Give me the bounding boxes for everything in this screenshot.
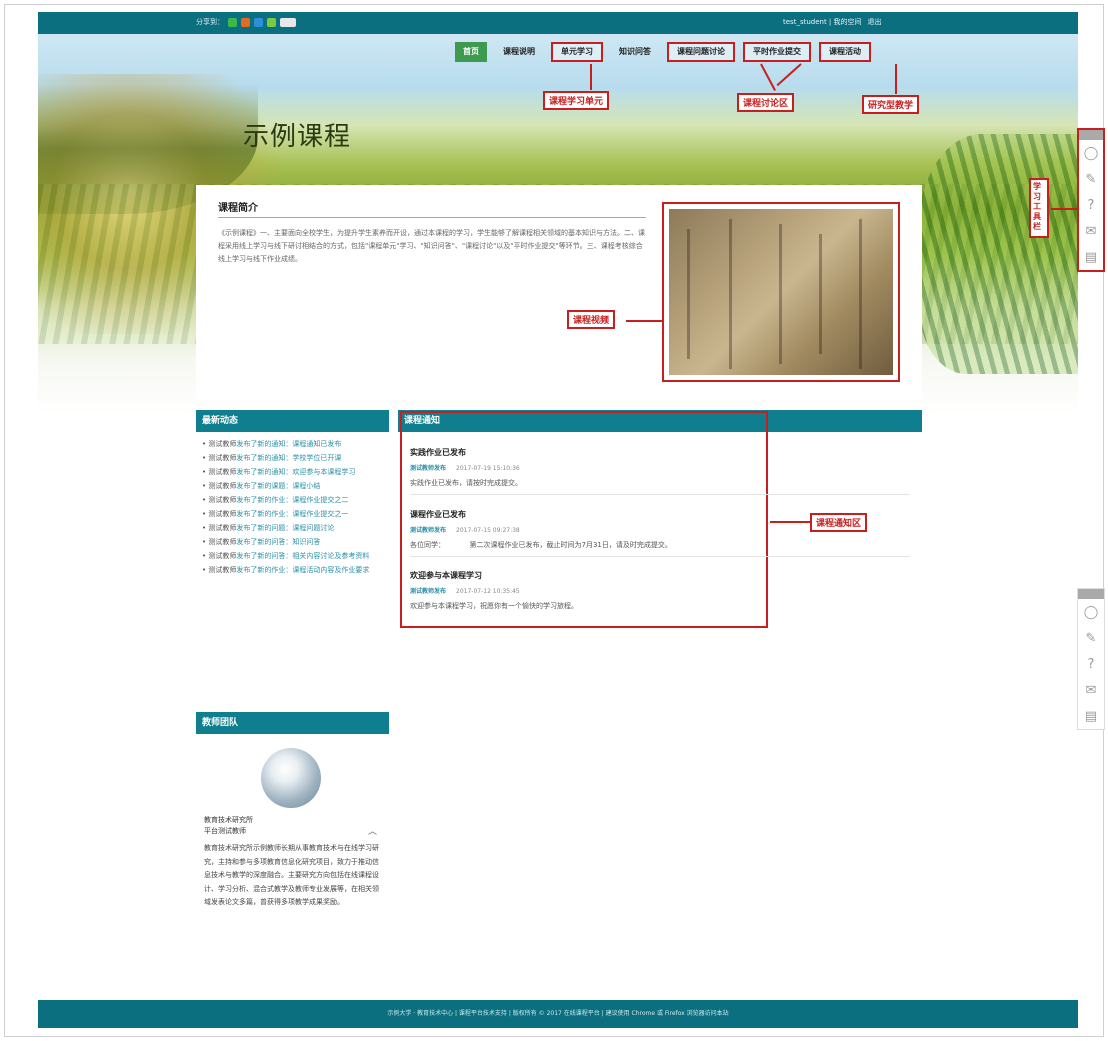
share-bar: 分享到： bbox=[196, 17, 296, 27]
callout-video: 课程视频 bbox=[567, 310, 616, 329]
news-item[interactable]: • 测试教师发布了新的通知：学校学位已开课 bbox=[202, 452, 383, 464]
course-title: 示例课程 bbox=[243, 122, 352, 152]
logout-link[interactable]: 退出 bbox=[868, 17, 882, 27]
nav-course-activities[interactable]: 课程活动 bbox=[819, 42, 871, 62]
notices-highlight: 实践作业已发布 测试教师发布 2017-07-19 15:10:36 实践作业已发… bbox=[400, 411, 910, 628]
share-label: 分享到： bbox=[196, 18, 224, 26]
user-links: test_student | 我的空间 退出 bbox=[783, 17, 882, 27]
nav-knowledge-qa[interactable]: 知识问答 bbox=[611, 42, 659, 62]
teacher-name: 教育技术研究所 平台测试教师 bbox=[204, 816, 253, 835]
study-tools-bar-secondary: ◯ ✎ ? ✉ ▤ bbox=[1077, 588, 1105, 730]
news-item[interactable]: • 测试教师发布了新的作业：课程作业提交之二 bbox=[202, 494, 383, 506]
arrow-video bbox=[626, 320, 664, 322]
nav-homework-submit[interactable]: 平时作业提交 bbox=[743, 42, 811, 62]
intro-heading: 课程简介 bbox=[218, 203, 258, 214]
top-bar: 分享到： test_student | 我的空间 退出 bbox=[38, 12, 1078, 34]
nav-course-description[interactable]: 课程说明 bbox=[495, 42, 543, 62]
news-item[interactable]: • 测试教师发布了新的作业：课程活动内容及作业要求 bbox=[202, 564, 383, 576]
course-intro-panel: 课程简介 《示例课程》一、主要面向全校学生，为提升学生素养而开设，通过本课程的学… bbox=[196, 185, 922, 400]
notice-item[interactable]: 欢迎参与本课程学习 测试教师发布 2017-07-12 10:35:45 欢迎参与… bbox=[410, 570, 760, 611]
share-icon-more[interactable] bbox=[280, 17, 296, 27]
news-list: • 测试教师发布了新的通知：课程通知已发布 • 测试教师发布了新的通知：学校学位… bbox=[196, 432, 389, 584]
arrow-notices bbox=[770, 521, 810, 523]
nav-course-discussion[interactable]: 课程问题讨论 bbox=[667, 42, 735, 62]
teacher-team-panel: 教师团队 教育技术研究所 平台测试教师 ︿ 教育技术研究所示例教师长期从事教育技… bbox=[196, 712, 389, 996]
main-nav: 首页 课程说明 单元学习 知识问答 课程问题讨论 平时作业提交 课程活动 bbox=[455, 42, 871, 62]
help-icon[interactable]: ? bbox=[1078, 651, 1104, 677]
course-video[interactable] bbox=[662, 202, 900, 382]
help-icon[interactable]: ? bbox=[1079, 192, 1103, 218]
news-item[interactable]: • 测试教师发布了新的课题：课程小结 bbox=[202, 480, 383, 492]
latest-news-panel: 最新动态 • 测试教师发布了新的通知：课程通知已发布 • 测试教师发布了新的通知… bbox=[196, 410, 389, 672]
edit-icon[interactable]: ✎ bbox=[1079, 166, 1103, 192]
notice-item[interactable]: 实践作业已发布 测试教师发布 2017-07-19 15:10:36 实践作业已发… bbox=[410, 447, 910, 495]
news-item[interactable]: • 测试教师发布了新的通知：课程通知已发布 bbox=[202, 438, 383, 450]
mail-icon[interactable]: ✉ bbox=[1079, 218, 1103, 244]
note-icon[interactable]: ▤ bbox=[1078, 703, 1104, 729]
intro-text: 《示例课程》一、主要面向全校学生，为提升学生素养而开设，通过本课程的学习，学生能… bbox=[218, 229, 645, 263]
news-item[interactable]: • 测试教师发布了新的问题：课程问题讨论 bbox=[202, 522, 383, 534]
news-item[interactable]: • 测试教师发布了新的作业：课程作业提交之一 bbox=[202, 508, 383, 520]
arrow-tools bbox=[1051, 208, 1077, 210]
nav-home[interactable]: 首页 bbox=[455, 42, 487, 62]
callout-discussion: 课程讨论区 bbox=[737, 93, 795, 112]
notice-item[interactable]: 课程作业已发布 测试教师发布 2017-07-15 09:27:38 各位同学： … bbox=[410, 509, 910, 557]
video-thumbnail[interactable] bbox=[669, 209, 893, 375]
hero-corn-leaves bbox=[918, 134, 1078, 374]
mail-icon[interactable]: ✉ bbox=[1078, 677, 1104, 703]
share-icon-lime[interactable] bbox=[267, 17, 276, 27]
share-icon-green[interactable] bbox=[228, 17, 237, 27]
study-tools-bar: ◯ ✎ ? ✉ ▤ bbox=[1077, 128, 1105, 272]
footer: 示例大学 · 教育技术中心 | 课程平台技术支持 | 版权所有 © 2017 在… bbox=[38, 1000, 1078, 1028]
team-heading: 教师团队 bbox=[196, 712, 389, 734]
news-item[interactable]: • 测试教师发布了新的问答：知识问答 bbox=[202, 536, 383, 548]
callout-notice-area: 课程通知区 bbox=[810, 513, 868, 532]
news-item[interactable]: • 测试教师发布了新的通知：欢迎参与本课程学习 bbox=[202, 466, 383, 478]
intro-divider bbox=[218, 217, 646, 218]
chat-icon[interactable]: ◯ bbox=[1079, 140, 1103, 166]
teacher-avatar bbox=[261, 748, 321, 808]
news-heading: 最新动态 bbox=[196, 410, 389, 432]
nav-unit-learning[interactable]: 单元学习 bbox=[551, 42, 603, 62]
collapse-caret-icon[interactable]: ︿ bbox=[368, 824, 377, 837]
chat-icon[interactable]: ◯ bbox=[1078, 599, 1104, 625]
arrow-activities bbox=[895, 64, 897, 94]
share-icon-orange[interactable] bbox=[241, 17, 250, 27]
news-item[interactable]: • 测试教师发布了新的问答：相关内容讨论及参考资料 bbox=[202, 550, 383, 562]
arrow-unit bbox=[590, 64, 592, 90]
user-space-link[interactable]: test_student | 我的空间 bbox=[783, 17, 862, 27]
edit-icon[interactable]: ✎ bbox=[1078, 625, 1104, 651]
callout-research-teaching: 研究型教学 bbox=[862, 95, 920, 114]
teacher-bio: 教育技术研究所示例教师长期从事教育技术与在线学习研究，主持和参与多项教育信息化研… bbox=[204, 844, 379, 906]
callout-unit-learning: 课程学习单元 bbox=[543, 91, 610, 110]
callout-study-tools: 学习工具栏 bbox=[1029, 178, 1049, 238]
tools-tab[interactable] bbox=[1078, 589, 1104, 599]
note-icon[interactable]: ▤ bbox=[1079, 244, 1103, 270]
share-icon-blue[interactable] bbox=[254, 17, 263, 27]
tools-tab[interactable] bbox=[1079, 130, 1103, 140]
